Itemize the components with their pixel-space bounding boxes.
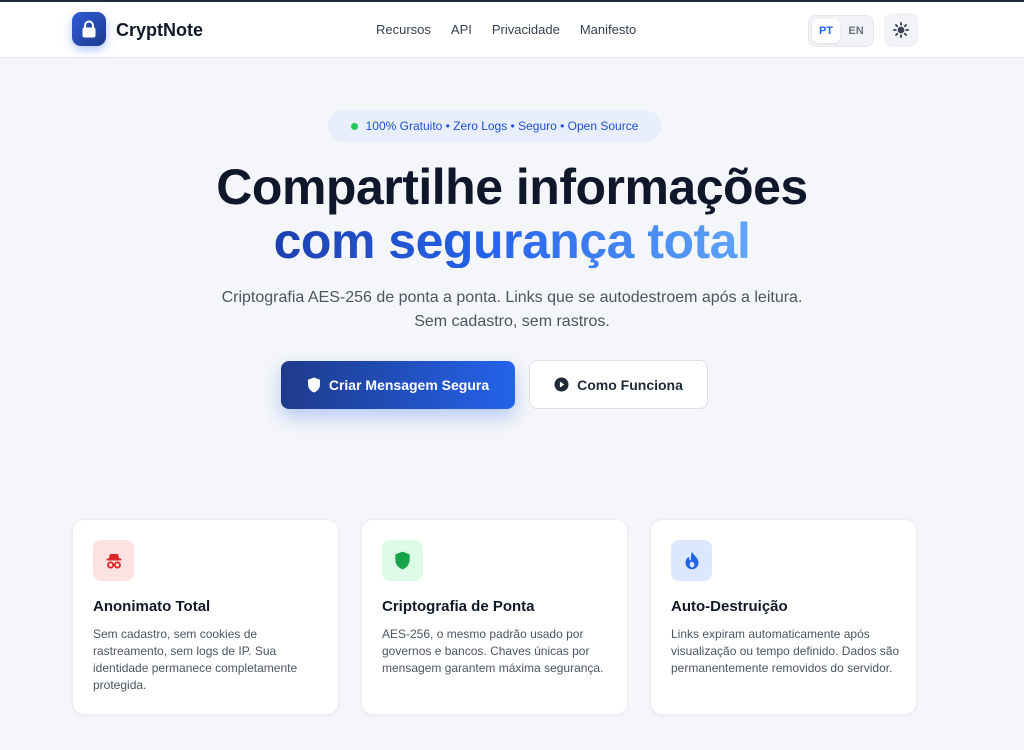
hero-title-line1: Compartilhe informações	[216, 159, 808, 215]
how-it-works-button[interactable]: Como Funciona	[529, 360, 708, 409]
hero-title-line2: com segurança total	[273, 213, 751, 269]
status-dot-icon	[350, 122, 358, 130]
feature-description: Links expiram automaticamente após visua…	[671, 627, 900, 675]
shield-icon	[307, 377, 320, 393]
nav-link-api[interactable]: API	[451, 22, 472, 37]
fire-icon	[671, 540, 712, 581]
play-circle-icon	[554, 377, 569, 392]
language-pt-button[interactable]: PT	[812, 19, 840, 43]
brand-name[interactable]: CryptNote	[116, 20, 203, 41]
lock-icon[interactable]	[72, 12, 106, 46]
feature-card-self-destruct: Auto-Destruição Links expiram automatica…	[650, 519, 917, 715]
top-navbar: CryptNote Recursos API Privacidade Manif…	[0, 2, 1024, 58]
sun-icon	[892, 21, 910, 39]
feature-title: Auto-Destruição	[671, 598, 788, 615]
create-secure-message-button[interactable]: Criar Mensagem Segura	[281, 361, 515, 409]
feature-description: Sem cadastro, sem cookies de rastreament…	[93, 627, 298, 692]
hero-badge: 100% Gratuito • Zero Logs • Seguro • Ope…	[328, 110, 661, 142]
main-nav: Recursos API Privacidade Manifesto	[376, 22, 636, 37]
hero-title: Compartilhe informações com segurança to…	[0, 160, 1024, 268]
incognito-icon	[93, 540, 134, 581]
hero-badge-text: 100% Gratuito • Zero Logs • Seguro • Ope…	[365, 119, 639, 133]
language-en-button[interactable]: EN	[842, 19, 870, 43]
nav-link-privacidade[interactable]: Privacidade	[492, 22, 560, 37]
nav-link-manifesto[interactable]: Manifesto	[580, 22, 636, 37]
how-it-works-label: Como Funciona	[577, 376, 683, 393]
language-switcher: PT EN	[808, 15, 874, 47]
shield-icon	[382, 540, 423, 581]
feature-description: AES-256, o mesmo padrão usado por govern…	[382, 627, 604, 675]
hero-subtitle: Criptografia AES-256 de ponta a ponta. L…	[221, 289, 803, 330]
nav-link-recursos[interactable]: Recursos	[376, 22, 431, 37]
theme-toggle-button[interactable]	[884, 13, 918, 47]
feature-card-anonymity: Anonimato Total Sem cadastro, sem cookie…	[72, 519, 339, 715]
create-secure-message-label: Criar Mensagem Segura	[328, 377, 490, 393]
feature-title: Anonimato Total	[93, 598, 211, 615]
feature-card-encryption: Criptografia de Ponta AES-256, o mesmo p…	[361, 519, 628, 715]
feature-title: Criptografia de Ponta	[382, 598, 535, 615]
